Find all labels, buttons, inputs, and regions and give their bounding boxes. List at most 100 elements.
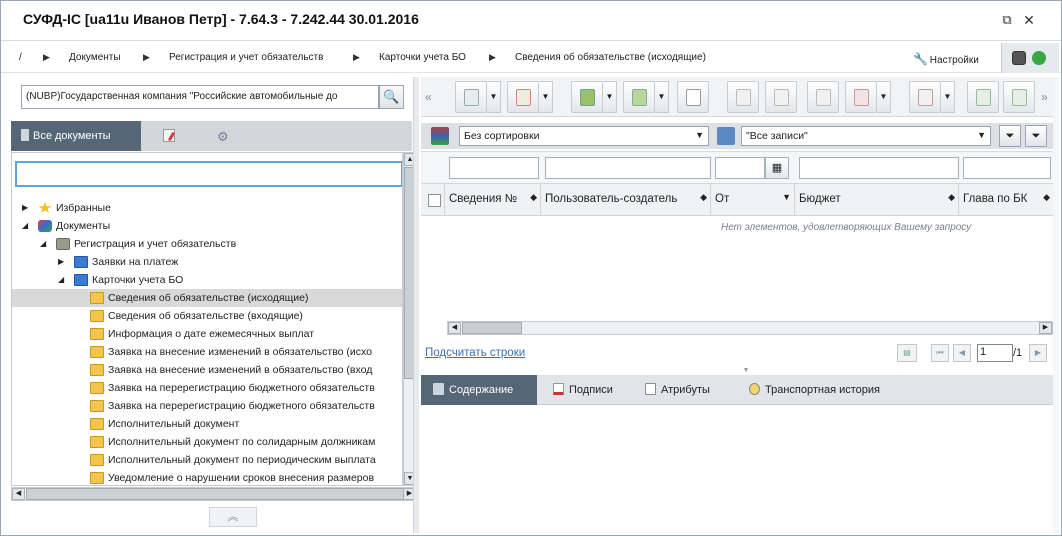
collapse-panel-button[interactable]: ︽ (209, 507, 257, 527)
column-header-number[interactable]: Сведения № ◆ (445, 184, 541, 216)
chevron-down-icon[interactable]: ▼ (603, 81, 617, 113)
breadcrumb-root[interactable]: / (19, 52, 22, 63)
tree-item-label: Заявка на внесение изменений в обязатель… (108, 346, 372, 358)
next-page-icon[interactable]: ▶ (1029, 344, 1047, 362)
select-all-checkbox[interactable] (428, 194, 441, 207)
breadcrumb-item[interactable]: Карточки учета БО (379, 52, 466, 63)
drag-handle-icon[interactable]: ▼ (731, 367, 761, 374)
edit-doc-button[interactable] (727, 81, 759, 113)
page-number-input[interactable]: 1 (977, 344, 1013, 362)
chevron-down-icon[interactable]: ▼ (941, 81, 955, 113)
filter-chapter-input[interactable] (963, 157, 1051, 179)
scroll-toolbar-right-icon[interactable]: » (1041, 90, 1048, 104)
tab-transport-history[interactable]: Транспортная история (743, 375, 886, 405)
folder-icon (90, 328, 104, 340)
tree-item[interactable]: Сведения об обязательстве (входящие) (12, 307, 402, 325)
tree-item[interactable]: ▶ Заявки на платеж (12, 253, 402, 271)
breadcrumb-item[interactable]: Документы (69, 52, 121, 63)
filter-budget-input[interactable] (799, 157, 959, 179)
tree-item[interactable]: Сведения об обязательстве (исходящие) (12, 289, 402, 307)
tree-item[interactable]: Заявка на перерегистрацию бюджетного обя… (12, 397, 402, 415)
refresh-icon[interactable] (1032, 51, 1046, 65)
columns-icon[interactable]: ▤ (897, 344, 917, 362)
column-header-creator[interactable]: Пользователь-создатель ◆ (541, 184, 711, 216)
create-doc-button[interactable] (455, 81, 487, 113)
restore-icon[interactable]: ⧉ (1000, 13, 1014, 27)
scroll-thumb[interactable] (462, 322, 522, 334)
tab-attributes[interactable]: Атрибуты (639, 375, 716, 405)
tree-item[interactable]: Информация о дате ежемесячных выплат (12, 325, 402, 343)
tree-item[interactable]: Заявка на внесение изменений в обязатель… (12, 361, 402, 379)
export-button[interactable] (623, 81, 655, 113)
first-page-icon[interactable]: ⏮ (931, 344, 949, 362)
tab-content[interactable]: Содержание (421, 375, 537, 405)
filter-number-input[interactable] (449, 157, 539, 179)
tree-item[interactable]: Исполнительный документ (12, 415, 402, 433)
tree-item[interactable]: ◢ Карточки учета БО (12, 271, 402, 289)
new-record-button[interactable] (677, 81, 709, 113)
tree-search-input[interactable] (15, 161, 402, 187)
collapse-icon[interactable]: ◢ (22, 217, 32, 235)
tree-item[interactable]: ◢ Документы (12, 217, 402, 235)
import-button[interactable] (571, 81, 603, 113)
search-icon[interactable]: 🔍 (379, 85, 404, 109)
column-header-date[interactable]: От ▼ (711, 184, 795, 216)
tree-item[interactable]: Заявка на перерегистрацию бюджетного обя… (12, 379, 402, 397)
tab-all-documents[interactable]: Все документы (11, 121, 141, 151)
collapse-icon[interactable]: ◢ (40, 235, 50, 253)
chevron-down-icon[interactable]: ▼ (487, 81, 501, 113)
grid-horizontal-scrollbar[interactable]: ◀ ▶ (447, 321, 1053, 335)
settings-button[interactable]: 🔧 Настройки (913, 49, 1001, 69)
column-header-budget[interactable]: Бюджет ◆ (795, 184, 959, 216)
column-header-label: От (715, 193, 730, 205)
scroll-left-icon[interactable]: ◀ (448, 322, 461, 334)
scroll-right-icon[interactable]: ▶ (1039, 322, 1052, 334)
tree-item-label: Заявка на перерегистрацию бюджетного обя… (108, 400, 375, 412)
copy-doc-button[interactable] (807, 81, 839, 113)
monitor-icon[interactable] (1012, 51, 1026, 65)
tree-item[interactable]: Исполнительный документ по периодическим… (12, 451, 402, 469)
print-button[interactable] (909, 81, 941, 113)
close-icon[interactable]: ✕ (1022, 13, 1036, 27)
tab-edit-documents[interactable] (153, 121, 185, 151)
collapse-icon[interactable]: ◢ (58, 271, 68, 289)
scroll-thumb[interactable] (26, 488, 406, 500)
panel-splitter[interactable] (413, 77, 419, 533)
chevron-down-icon[interactable]: ▼ (877, 81, 891, 113)
sort-icon: ◆ (530, 192, 537, 202)
count-rows-link[interactable]: Подсчитать строки (425, 347, 525, 359)
scroll-toolbar-left-icon[interactable]: « (425, 90, 432, 104)
sign-button[interactable] (967, 81, 999, 113)
expand-icon[interactable]: ▶ (58, 253, 68, 271)
scroll-left-icon[interactable]: ◀ (12, 488, 25, 500)
breadcrumb-item[interactable]: Регистрация и учет обязательств (169, 52, 323, 63)
filter-icon[interactable]: ⏷ (999, 125, 1021, 147)
tab-settings[interactable]: ⚙ (207, 121, 239, 151)
calendar-icon[interactable]: ▦ (765, 157, 789, 179)
prev-page-icon[interactable]: ◀ (953, 344, 971, 362)
delete-button[interactable] (845, 81, 877, 113)
column-header-chapter[interactable]: Глава по БК ◆ (959, 184, 1053, 216)
sort-desc-icon: ▼ (782, 192, 791, 202)
tree-item[interactable]: Исполнительный документ по солидарным до… (12, 433, 402, 451)
expand-icon[interactable]: ▶ (22, 199, 32, 217)
view-doc-button[interactable] (765, 81, 797, 113)
filter-creator-input[interactable] (545, 157, 711, 179)
chevron-down-icon[interactable]: ▼ (539, 81, 553, 113)
chevron-down-icon[interactable]: ▼ (655, 81, 669, 113)
organization-field[interactable]: (NUBP)Государственная компания "Российск… (21, 85, 379, 109)
clear-filter-icon[interactable]: ⏷ (1025, 125, 1047, 147)
tab-signatures[interactable]: Подписи (547, 375, 619, 405)
send-button[interactable] (1003, 81, 1035, 113)
delete-doc-button[interactable] (507, 81, 539, 113)
sort-select[interactable]: Без сортировки ▼ (459, 126, 709, 146)
records-select[interactable]: "Все записи" ▼ (741, 126, 991, 146)
filter-date-input[interactable] (715, 157, 765, 179)
tree-item[interactable]: ◢ Регистрация и учет обязательств (12, 235, 402, 253)
tree-item[interactable]: Уведомление о нарушении сроков внесения … (12, 469, 402, 485)
tree-horizontal-scrollbar[interactable]: ◀ ▶ (11, 487, 417, 501)
pager: Подсчитать строки ▤ ⏮ ◀ 1 /1 ▶ (421, 339, 1057, 369)
tree-item[interactable]: ▶ Избранные (12, 199, 402, 217)
tree-item[interactable]: Заявка на внесение изменений в обязатель… (12, 343, 402, 361)
tree-item-label: Уведомление о нарушении сроков внесения … (108, 472, 375, 484)
